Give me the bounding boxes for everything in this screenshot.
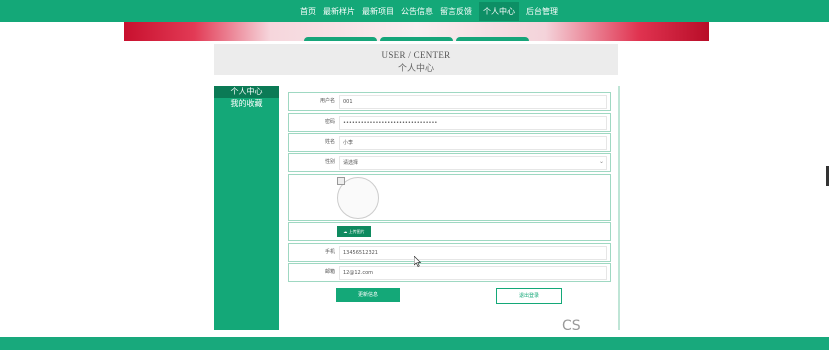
update-info-button[interactable]: 更新信息: [336, 288, 400, 302]
broken-image-icon: [337, 177, 345, 185]
footer-bar: [0, 337, 829, 350]
top-navigation: 首页 最新样片 最新项目 公告信息 留言反馈 个人中心 后台管理: [0, 0, 829, 22]
logout-button[interactable]: 退出登录: [496, 288, 562, 304]
nav-announcements[interactable]: 公告信息: [401, 6, 433, 17]
password-input[interactable]: ••••••••••••••••••••••••••••••••: [339, 116, 607, 130]
nav-admin[interactable]: 后台管理: [526, 6, 558, 17]
nav-latest-projects[interactable]: 最新项目: [362, 6, 394, 17]
upload-image-button[interactable]: ☁ 上传图片: [337, 226, 371, 237]
section-title-en: USER / CENTER: [381, 50, 451, 60]
gender-row: 性别 请选择 ⌄: [288, 153, 611, 172]
nav-user-center[interactable]: 个人中心: [479, 1, 519, 21]
nav-feedback[interactable]: 留言反馈: [440, 6, 472, 17]
banner-tab[interactable]: [456, 37, 529, 41]
username-label: 用户名: [319, 98, 335, 104]
gender-label: 性别: [324, 159, 335, 165]
name-input[interactable]: 小李: [339, 136, 607, 150]
gender-select[interactable]: 请选择: [339, 156, 607, 170]
section-title-cn: 个人中心: [397, 63, 434, 73]
banner-tab[interactable]: [380, 37, 453, 41]
name-row: 姓名 小李: [288, 133, 611, 152]
section-header: USER / CENTER 个人中心: [214, 44, 618, 75]
banner-tab[interactable]: [304, 37, 377, 41]
email-row: 邮箱 12@12.com: [288, 263, 611, 282]
password-label: 密码: [324, 119, 335, 125]
nav-latest-samples[interactable]: 最新样片: [323, 6, 355, 17]
sidebar-item-favorites[interactable]: 我的收藏: [214, 98, 279, 110]
password-row: 密码 ••••••••••••••••••••••••••••••••: [288, 113, 611, 132]
email-label: 邮箱: [324, 269, 335, 275]
mouse-cursor-icon: [414, 256, 422, 267]
upload-row: ☁ 上传图片: [288, 222, 611, 241]
phone-input[interactable]: 13456512321: [339, 246, 607, 260]
cloud-upload-icon: ☁: [343, 229, 348, 234]
upload-button-label: 上传图片: [348, 229, 365, 234]
nav-home[interactable]: 首页: [300, 6, 316, 17]
phone-label: 手机: [324, 249, 335, 255]
avatar-row: [288, 174, 611, 221]
chevron-down-icon: ⌄: [598, 159, 604, 165]
sidebar: 个人中心 我的收藏: [214, 86, 279, 330]
watermark: CS: [562, 318, 581, 334]
banner-image: [124, 22, 709, 41]
profile-form: 用户名 001 密码 •••••••••••••••••••••••••••••…: [286, 86, 620, 330]
name-label: 姓名: [324, 139, 335, 145]
sidebar-item-user-center[interactable]: 个人中心: [214, 86, 279, 98]
username-input[interactable]: 001: [339, 95, 607, 109]
phone-row: 手机 13456512321: [288, 243, 611, 262]
email-input[interactable]: 12@12.com: [339, 266, 607, 280]
username-row: 用户名 001: [288, 92, 611, 111]
